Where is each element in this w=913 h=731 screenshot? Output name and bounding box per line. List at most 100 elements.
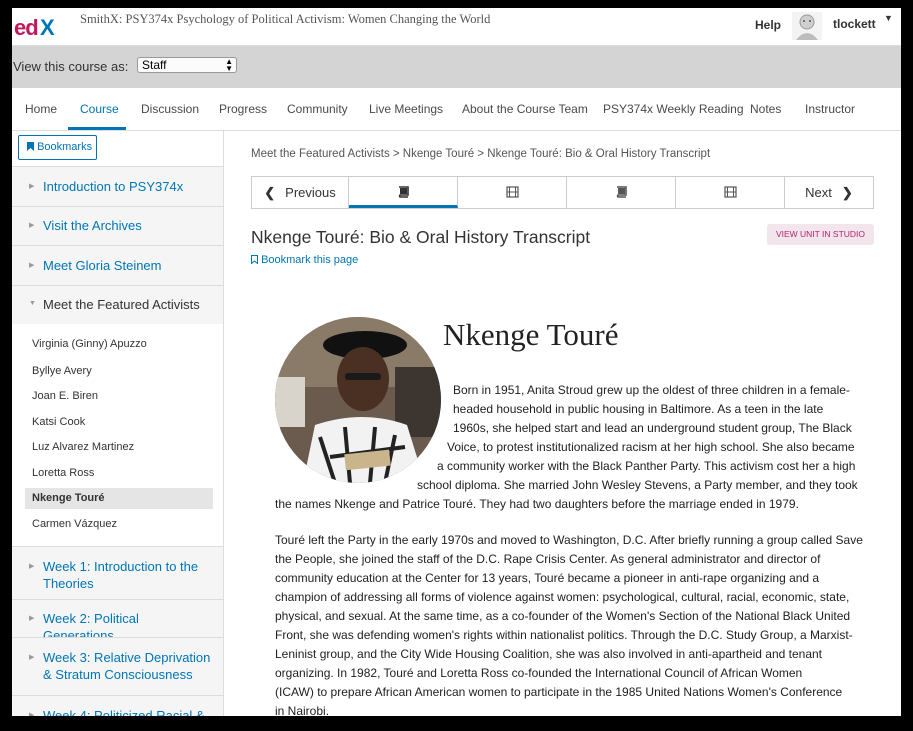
tab-discussion[interactable]: Discussion <box>141 102 199 116</box>
unit-title: Nkenge Touré: Bio & Oral History Transcr… <box>251 227 591 247</box>
tab-live-meetings[interactable]: Live Meetings <box>369 102 443 116</box>
sidebar-section-label[interactable]: Visit the Archives <box>43 217 213 234</box>
course-title: SmithX: PSY374x Psychology of Political … <box>80 12 491 26</box>
next-button[interactable]: Next ❯ <box>785 177 873 208</box>
bookmark-outline-icon <box>251 255 258 265</box>
bookmarks-label: Bookmarks <box>37 141 93 153</box>
sequence-tab-1[interactable] <box>349 177 458 208</box>
sidebar-section-label[interactable]: Week 1: Introduction to the Theories <box>43 558 213 592</box>
sidebar-section-label[interactable]: Week 3: Relative Deprivation & Stratum C… <box>43 649 213 683</box>
sidebar-section-expanded[interactable]: ▼ Meet the Featured Activists <box>12 285 223 324</box>
view-unit-in-studio-button[interactable]: VIEW UNIT IN STUDIO <box>767 224 874 245</box>
bio-line: Touré left the Party in the early 1970s … <box>275 533 863 547</box>
bookmark-page-link[interactable]: Bookmark this page <box>251 254 358 266</box>
sidebar-subsection[interactable]: Virginia (Ginny) Apuzzo <box>25 334 213 355</box>
tab-home[interactable]: Home <box>25 102 57 116</box>
sidebar-subsection[interactable]: Luz Alvarez Martinez <box>25 437 213 458</box>
bio-line: Front, she was defending women's rights … <box>275 628 853 642</box>
chevron-right-icon: ▶ <box>29 563 35 570</box>
bio-line: champion of addressing all forms of viol… <box>275 590 850 604</box>
tab-notes[interactable]: Notes <box>750 102 781 116</box>
bookmark-page-label: Bookmark this page <box>261 254 359 266</box>
chevron-right-icon: ▶ <box>29 222 35 229</box>
tab-progress[interactable]: Progress <box>219 102 267 116</box>
chevron-right-icon: ▶ <box>29 654 35 661</box>
next-label: Next <box>805 185 832 200</box>
breadcrumb: Meet the Featured Activists > Nkenge Tou… <box>251 148 711 160</box>
sequence-tab-3[interactable] <box>567 177 676 208</box>
chevron-down-icon: ▼ <box>29 300 36 307</box>
view-as-selected: Staff <box>142 58 167 72</box>
sidebar-subsection[interactable]: Byllye Avery <box>25 361 213 382</box>
tab-about-course-team[interactable]: About the Course Team <box>462 102 588 116</box>
activist-portrait <box>275 317 441 483</box>
bio-line: school diploma. She married John Wesley … <box>417 478 858 492</box>
book-icon <box>398 186 409 198</box>
video-icon <box>723 186 737 198</box>
course-outline-sidebar: Bookmarks ▶ Introduction to PSY374x ▶ Vi… <box>12 131 224 716</box>
book-icon <box>616 186 627 198</box>
sidebar-subsection[interactable]: Carmen Vázquez <box>25 514 213 535</box>
sidebar-subsection[interactable]: Katsi Cook <box>25 412 213 433</box>
bookmark-icon <box>27 142 34 151</box>
activist-name-heading: Nkenge Touré <box>443 317 619 352</box>
bio-line: the People, she joined the staff of the … <box>275 552 821 566</box>
edx-logo[interactable]: ed X <box>14 14 62 40</box>
sidebar-section-label[interactable]: Introduction to PSY374x <box>43 178 213 195</box>
sidebar-section[interactable]: ▶ Week 3: Relative Deprivation & Stratum… <box>12 637 223 695</box>
sidebar-section-label[interactable]: Meet Gloria Steinem <box>43 257 213 274</box>
bio-line: organizing. In 1982, Touré and Loretta R… <box>275 666 803 680</box>
video-icon <box>505 186 519 198</box>
user-avatar[interactable] <box>792 12 822 40</box>
view-as-bar: View this course as: Staff ▲ ▼ <box>12 46 901 88</box>
chevron-right-icon: ▶ <box>29 615 35 622</box>
svg-text:X: X <box>40 15 55 40</box>
previous-label: Previous <box>285 185 336 200</box>
tab-weekly-reading[interactable]: PSY374x Weekly Reading <box>603 102 744 116</box>
sidebar-subsection[interactable]: Joan E. Biren <box>25 386 213 407</box>
username[interactable]: tlockett <box>833 17 876 31</box>
chevron-left-icon: ❮ <box>264 185 276 200</box>
sidebar-section-label[interactable]: Meet the Featured Activists <box>43 296 213 313</box>
bookmarks-button[interactable]: Bookmarks <box>18 135 97 160</box>
sidebar-section[interactable]: ▶ Week 4: Politicized Racial & <box>12 695 223 716</box>
view-as-label: View this course as: <box>13 59 129 74</box>
bio-line: headed household in public housing in Ba… <box>453 402 824 416</box>
view-as-select[interactable]: Staff ▲ ▼ <box>137 57 237 73</box>
bio-line: (ICAW) to prepare African American women… <box>275 685 843 699</box>
bio-line: a community worker with the Black Panthe… <box>437 459 856 473</box>
course-tabs: Home Course Discussion Progress Communit… <box>12 88 901 131</box>
chevron-right-icon: ▶ <box>29 262 35 269</box>
sequence-tab-4[interactable] <box>676 177 785 208</box>
select-arrows-icon: ▲ ▼ <box>225 57 233 73</box>
tab-course[interactable]: Course <box>80 102 119 116</box>
svg-text:ed: ed <box>14 15 38 40</box>
sidebar-section[interactable]: ▶ Week 2: Political Generations <box>12 599 223 643</box>
sidebar-section[interactable]: ▶ Meet Gloria Steinem <box>12 245 223 285</box>
sequence-tab-2[interactable] <box>458 177 567 208</box>
bio-line: in Nairobi. <box>275 704 330 716</box>
bio-line: community education at the Center for 13… <box>275 571 820 585</box>
sidebar-section[interactable]: ▶ Visit the Archives <box>12 206 223 245</box>
user-menu-caret-icon[interactable]: ▼ <box>884 13 893 23</box>
bio-line: the names Nkenge and Patrice Touré. They… <box>275 497 799 511</box>
chevron-right-icon: ▶ <box>29 183 35 190</box>
unit-content: Meet the Featured Activists > Nkenge Tou… <box>224 131 901 716</box>
sequence-navigation: ❮ Previous Next ❯ <box>251 176 874 209</box>
tab-community[interactable]: Community <box>287 102 348 116</box>
sidebar-section-label[interactable]: Week 4: Politicized Racial & <box>43 707 213 716</box>
sidebar-section[interactable]: ▶ Introduction to PSY374x <box>12 166 223 206</box>
help-link[interactable]: Help <box>755 18 781 32</box>
browser-window: ed X SmithX: PSY374x Psychology of Polit… <box>12 8 901 716</box>
bio-line: Born in 1951, Anita Stroud grew up the o… <box>453 383 850 397</box>
sidebar-subsection-active[interactable]: Nkenge Touré <box>25 488 213 509</box>
bio-line: 1960s, she helped start and lead an unde… <box>453 421 852 435</box>
sidebar-subsection[interactable]: Loretta Ross <box>25 463 213 484</box>
bio-line: Voice, to protest institutionalized raci… <box>447 440 855 454</box>
sidebar-section[interactable]: ▶ Week 1: Introduction to the Theories <box>12 546 223 599</box>
previous-button[interactable]: ❮ Previous <box>252 177 349 208</box>
tab-instructor[interactable]: Instructor <box>805 102 855 116</box>
site-header: ed X SmithX: PSY374x Psychology of Polit… <box>12 8 901 46</box>
active-tab-indicator <box>68 127 126 130</box>
bio-line: physical, and sexual. At the same time, … <box>275 609 851 623</box>
